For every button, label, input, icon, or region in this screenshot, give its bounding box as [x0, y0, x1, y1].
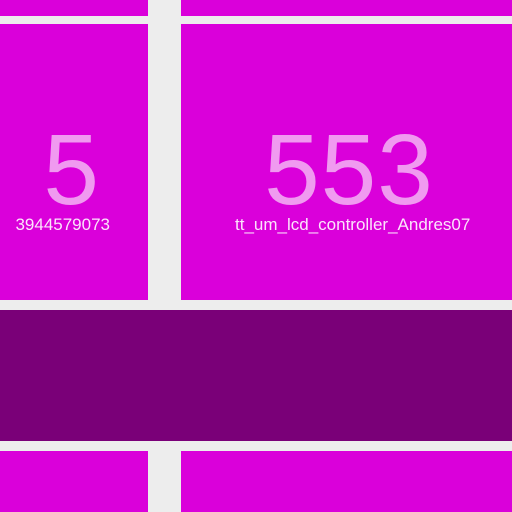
tile-top-right[interactable]: [181, 0, 512, 16]
project-tile[interactable]: 553 tt_um_lcd_controller_Andres07: [181, 24, 512, 300]
tile-bottom-right[interactable]: [181, 451, 512, 512]
tile-bottom-left[interactable]: [0, 451, 148, 512]
dark-band-tile[interactable]: [0, 310, 512, 441]
project-label: tt_um_lcd_controller_Andres07: [235, 215, 471, 234]
project-label: 3944579073: [15, 215, 110, 234]
project-tile[interactable]: 5 3944579073: [0, 24, 148, 300]
tile-top-left[interactable]: [0, 0, 148, 16]
project-number: 5: [43, 114, 100, 226]
project-number: 553: [264, 114, 434, 226]
